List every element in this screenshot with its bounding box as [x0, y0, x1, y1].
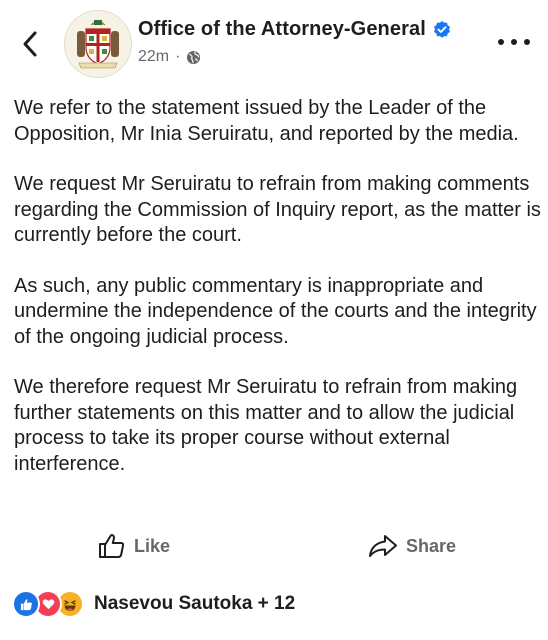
back-arrow-icon — [23, 31, 37, 57]
post-paragraph: We request Mr Seruiratu to refrain from … — [14, 173, 541, 246]
back-button[interactable] — [16, 26, 44, 62]
verified-badge-icon — [433, 20, 450, 38]
meta-separator: · — [175, 48, 181, 65]
coat-of-arms-icon — [65, 11, 131, 77]
post-paragraph: We refer to the statement issued by the … — [14, 97, 519, 145]
page-avatar[interactable] — [64, 10, 132, 78]
more-dot — [524, 39, 530, 45]
like-reaction-icon — [12, 590, 40, 618]
share-arrow-icon — [369, 535, 397, 557]
share-button[interactable]: Share — [368, 528, 456, 564]
thumbs-up-icon — [99, 534, 125, 558]
like-label: Like — [134, 535, 171, 556]
globe-icon — [187, 50, 201, 64]
post-header: Office of the Attorney-General 22m · — [0, 0, 548, 90]
more-dot — [511, 39, 517, 45]
post-text: We refer to the statement issued by the … — [14, 96, 544, 502]
reactions-summary[interactable]: Nasevou Sautoka + 12 — [12, 590, 295, 618]
reactors-text[interactable]: Nasevou Sautoka + 12 — [94, 593, 295, 615]
share-label: Share — [406, 535, 457, 556]
post-meta: 22m · — [138, 48, 201, 66]
page-title-row: Office of the Attorney-General — [138, 18, 452, 41]
post-actions: Like Share — [0, 528, 548, 564]
post-timestamp[interactable]: 22m — [138, 48, 169, 66]
page-name[interactable]: Office of the Attorney-General — [138, 18, 426, 41]
like-button[interactable]: Like — [98, 528, 170, 564]
post-paragraph: As such, any public commentary is inappr… — [14, 274, 537, 348]
post-paragraph: We therefore request Mr Seruiratu to ref… — [14, 376, 518, 475]
more-options-button[interactable] — [498, 30, 530, 54]
more-dot — [498, 39, 504, 45]
reaction-icons — [12, 590, 84, 618]
